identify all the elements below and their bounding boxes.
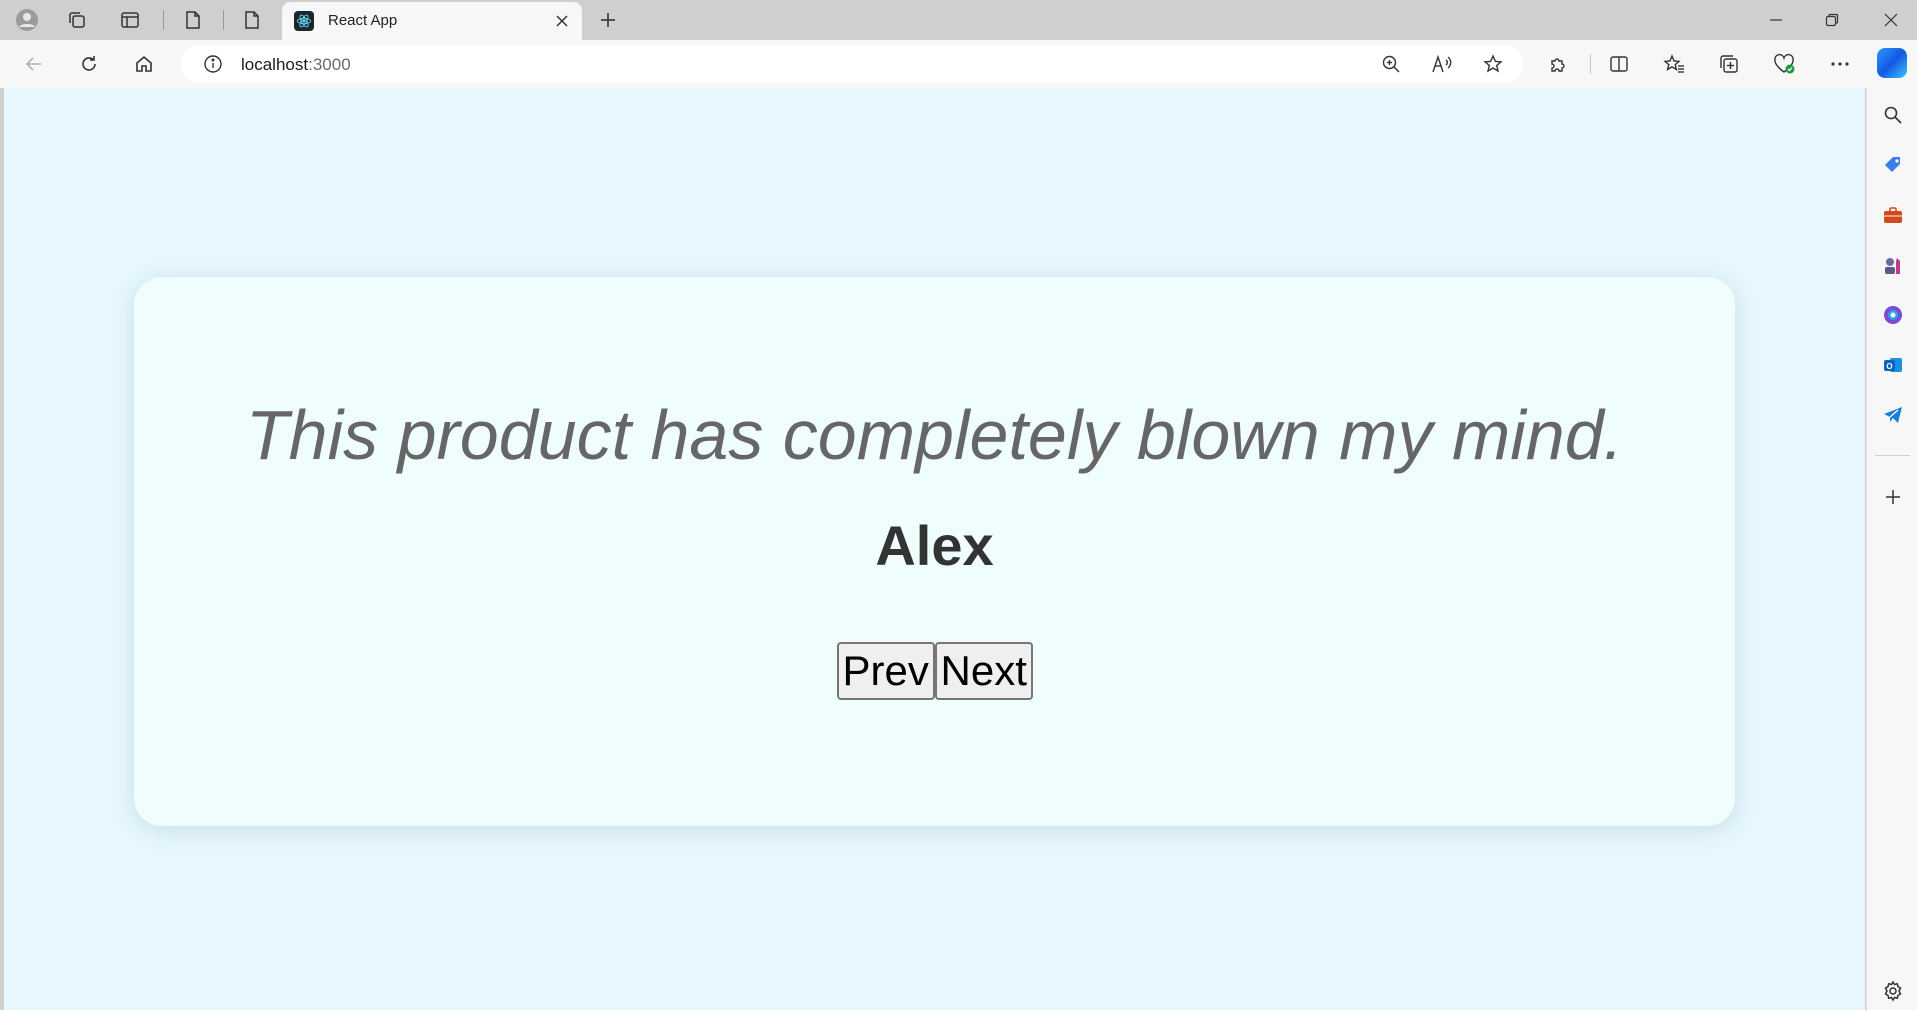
tab-title: React App <box>328 12 398 29</box>
zoom-icon[interactable] <box>1378 51 1404 77</box>
svg-text:O: O <box>1886 362 1892 371</box>
outlook-icon[interactable]: O <box>1880 352 1906 378</box>
url-text[interactable]: localhost:3000 <box>241 55 351 75</box>
home-icon[interactable] <box>130 50 158 78</box>
toolbar-separator <box>1590 54 1591 74</box>
copilot-icon[interactable] <box>1877 48 1907 78</box>
testimonial-author: Alex <box>875 514 994 577</box>
split-screen-icon[interactable] <box>1605 50 1633 78</box>
favorite-star-icon[interactable] <box>1480 51 1506 77</box>
tools-icon[interactable] <box>1880 202 1906 228</box>
shopping-icon[interactable] <box>1880 152 1906 178</box>
workspaces-icon[interactable] <box>65 8 89 32</box>
restore-icon[interactable] <box>1818 6 1846 34</box>
url-port: :3000 <box>308 55 351 74</box>
add-icon[interactable] <box>1880 484 1906 510</box>
page-viewport: This product has completely blown my min… <box>4 88 1865 1010</box>
tab-react-app[interactable]: React App <box>282 2 582 40</box>
profile-icon[interactable] <box>15 8 39 32</box>
info-icon[interactable] <box>200 51 226 77</box>
navigation-buttons: Prev Next <box>134 642 1735 700</box>
url-host: localhost <box>241 55 309 74</box>
close-icon[interactable] <box>552 11 572 31</box>
testimonial-card: This product has completely blown my min… <box>134 277 1735 826</box>
address-bar[interactable]: localhost:3000 <box>180 45 1524 83</box>
page-icon[interactable] <box>240 8 264 32</box>
browser-toolbar: localhost:3000 <box>0 40 1917 88</box>
refresh-icon[interactable] <box>75 50 103 78</box>
sidebar-separator <box>1875 455 1910 456</box>
close-window-icon[interactable] <box>1877 6 1905 34</box>
page-icon[interactable] <box>181 8 205 32</box>
telegram-icon[interactable] <box>1880 402 1906 428</box>
more-icon[interactable] <box>1826 50 1854 78</box>
testimonial-quote: This product has completely blown my min… <box>245 396 1624 474</box>
microsoft365-icon[interactable] <box>1880 302 1906 328</box>
browser-essentials-icon[interactable] <box>1770 50 1798 78</box>
prev-button[interactable]: Prev <box>836 642 935 700</box>
tab-separator <box>223 10 224 30</box>
minimize-icon[interactable] <box>1762 6 1790 34</box>
settings-icon[interactable] <box>1880 978 1906 1004</box>
search-icon[interactable] <box>1880 102 1906 128</box>
read-aloud-icon[interactable] <box>1429 51 1455 77</box>
tab-strip: React App <box>0 0 1917 40</box>
tab-actions-icon[interactable] <box>118 8 142 32</box>
back-icon[interactable] <box>20 50 48 78</box>
favorites-icon[interactable] <box>1660 50 1688 78</box>
new-tab-icon[interactable] <box>596 8 620 32</box>
tab-separator <box>163 10 164 30</box>
collections-icon[interactable] <box>1715 50 1743 78</box>
extensions-icon[interactable] <box>1545 50 1573 78</box>
edge-sidebar: O <box>1866 88 1917 1010</box>
next-button[interactable]: Next <box>934 642 1033 700</box>
games-icon[interactable] <box>1880 252 1906 278</box>
react-favicon <box>294 11 314 31</box>
